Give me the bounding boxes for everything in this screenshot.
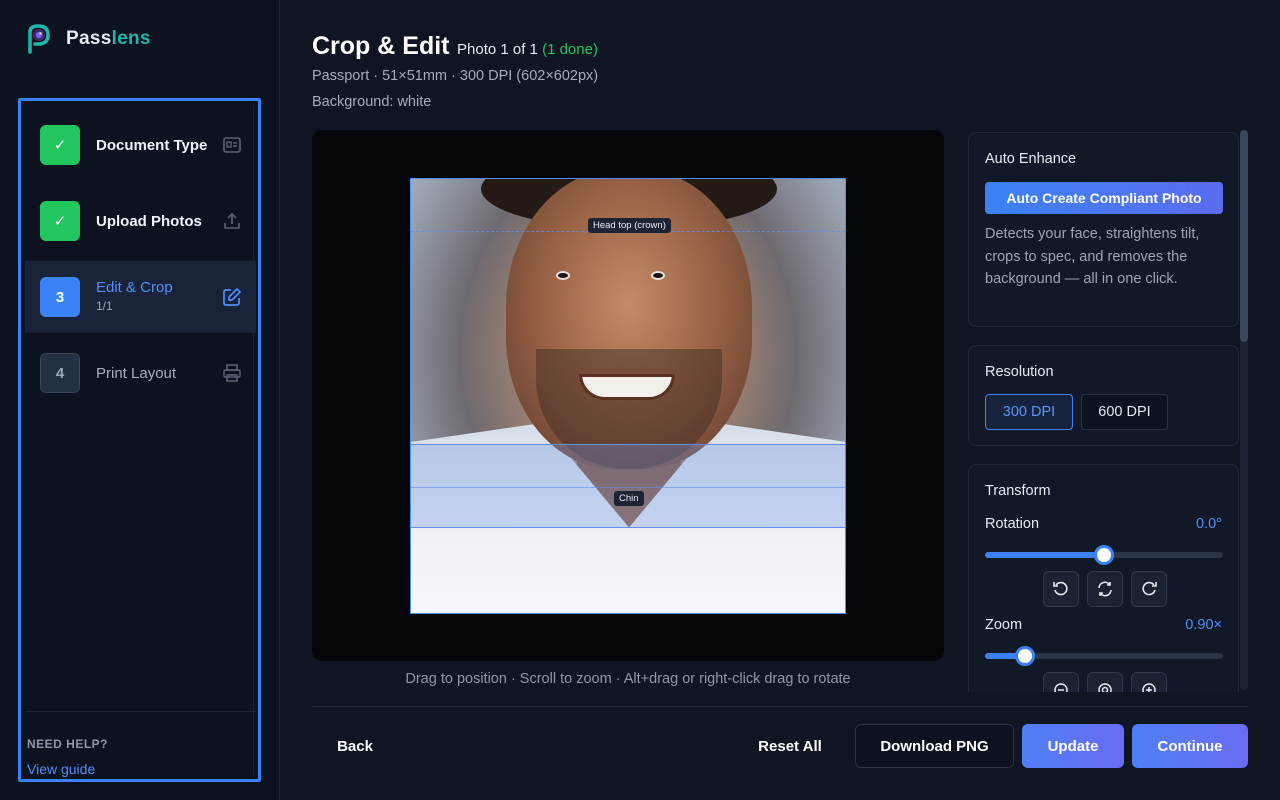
rotation-label: Rotation	[985, 516, 1040, 532]
right-eye	[651, 271, 665, 280]
logo[interactable]: Passlens	[26, 24, 151, 54]
zoom-slider[interactable]	[985, 646, 1223, 666]
step-progress: 1/1	[96, 299, 113, 313]
zoom-slider-knob[interactable]	[1015, 646, 1036, 666]
download-png-button[interactable]: Download PNG	[855, 724, 1014, 768]
auto-enhance-description: Detects your face, straightens tilt, cro…	[985, 226, 1200, 287]
zoom-out-icon	[1054, 683, 1068, 692]
printer-icon	[223, 364, 241, 382]
reset-rotation-button[interactable]	[1087, 571, 1123, 607]
chin-tag: Chin	[614, 491, 644, 506]
panel-scrollbar[interactable]	[1240, 130, 1248, 690]
auto-enhance-panel: Auto Enhance Auto Create Compliant Photo…	[968, 132, 1239, 327]
step-document-type[interactable]: ✓ Document Type	[25, 109, 256, 181]
portrait-photo[interactable]: Head top (crown) Chin	[410, 178, 846, 614]
back-button[interactable]: Back	[314, 724, 396, 768]
photo-done-count: (1 done)	[542, 41, 598, 58]
check-icon: ✓	[40, 125, 80, 165]
sidebar: Passlens ✓ Document Type ✓ Upload Photos…	[0, 0, 280, 800]
zoom-out-button[interactable]	[1043, 672, 1079, 692]
step-label: Upload Photos	[96, 212, 202, 230]
app-name-part-a: Pass	[66, 28, 112, 49]
step-label: Document Type	[96, 136, 208, 154]
page-title: Crop & Edit	[312, 32, 450, 60]
rotation-slider-fill	[985, 552, 1104, 558]
auto-create-button[interactable]: Auto Create Compliant Photo	[985, 182, 1223, 214]
background-info: Background: white	[312, 94, 432, 110]
photo-count-text: Photo 1 of 1	[457, 41, 543, 58]
rotate-cw-icon	[1142, 581, 1157, 596]
app-name: Passlens	[66, 28, 151, 50]
dpi-600-button[interactable]: 600 DPI	[1081, 394, 1168, 430]
photo-count: Photo 1 of 1 (1 done)	[457, 41, 598, 58]
step-edit-crop[interactable]: 3 Edit & Crop 1/1	[25, 261, 256, 333]
steps-nav: ✓ Document Type ✓ Upload Photos 3 Edit &…	[18, 98, 261, 782]
refresh-icon	[1098, 581, 1112, 597]
rotation-slider[interactable]	[985, 545, 1223, 565]
continue-button[interactable]: Continue	[1132, 724, 1248, 768]
step-label: Print Layout	[96, 364, 177, 382]
edit-icon	[223, 288, 241, 306]
update-button[interactable]: Update	[1022, 724, 1124, 768]
rotate-ccw-icon	[1053, 581, 1068, 596]
app-name-part-b: lens	[111, 28, 151, 49]
rotation-slider-knob[interactable]	[1094, 545, 1114, 565]
transform-panel: Transform Rotation 0.0° Zoom 0.90×	[968, 464, 1239, 692]
chin-guide-line	[411, 487, 845, 488]
dpi-300-button[interactable]: 300 DPI	[985, 394, 1073, 430]
help-title: NEED HELP?	[27, 737, 109, 751]
transform-title: Transform	[985, 483, 1051, 499]
head-top-tag: Head top (crown)	[588, 218, 671, 233]
zoom-in-button[interactable]	[1131, 672, 1167, 692]
step-upload-photos[interactable]: ✓ Upload Photos	[25, 185, 256, 257]
resolution-panel: Resolution 300 DPI 600 DPI	[968, 345, 1239, 446]
divider	[25, 711, 256, 712]
check-icon: ✓	[40, 201, 80, 241]
zoom-value: 0.90×	[1185, 617, 1222, 633]
auto-enhance-title: Auto Enhance	[985, 151, 1077, 167]
zoom-fit-icon	[1098, 683, 1112, 692]
rotate-right-button[interactable]	[1131, 571, 1167, 607]
logo-icon	[28, 24, 50, 54]
scrollbar-thumb[interactable]	[1240, 130, 1248, 342]
step-number: 3	[40, 277, 80, 317]
zoom-label: Zoom	[985, 617, 1023, 633]
resolution-title: Resolution	[985, 364, 1054, 380]
crop-canvas[interactable]: Head top (crown) Chin	[312, 130, 944, 661]
reset-all-button[interactable]: Reset All	[740, 724, 840, 768]
chin-guide-band	[411, 444, 845, 528]
rotation-value: 0.0°	[1196, 516, 1222, 532]
view-guide-link[interactable]: View guide	[27, 761, 95, 777]
canvas-hint: Drag to position · Scroll to zoom · Alt+…	[405, 671, 851, 687]
step-print-layout[interactable]: 4 Print Layout	[25, 337, 256, 409]
photo-smile	[579, 374, 675, 400]
id-card-icon	[223, 137, 241, 153]
left-eye	[556, 271, 570, 280]
step-number: 4	[40, 353, 80, 393]
photo-spec: Passport · 51×51mm · 300 DPI (602×602px)	[312, 68, 599, 84]
footer-divider	[312, 706, 1248, 707]
rotate-left-button[interactable]	[1043, 571, 1079, 607]
zoom-in-icon	[1142, 683, 1156, 692]
upload-icon	[224, 212, 240, 229]
zoom-fit-button[interactable]	[1087, 672, 1123, 692]
step-label: Edit & Crop	[96, 279, 173, 296]
